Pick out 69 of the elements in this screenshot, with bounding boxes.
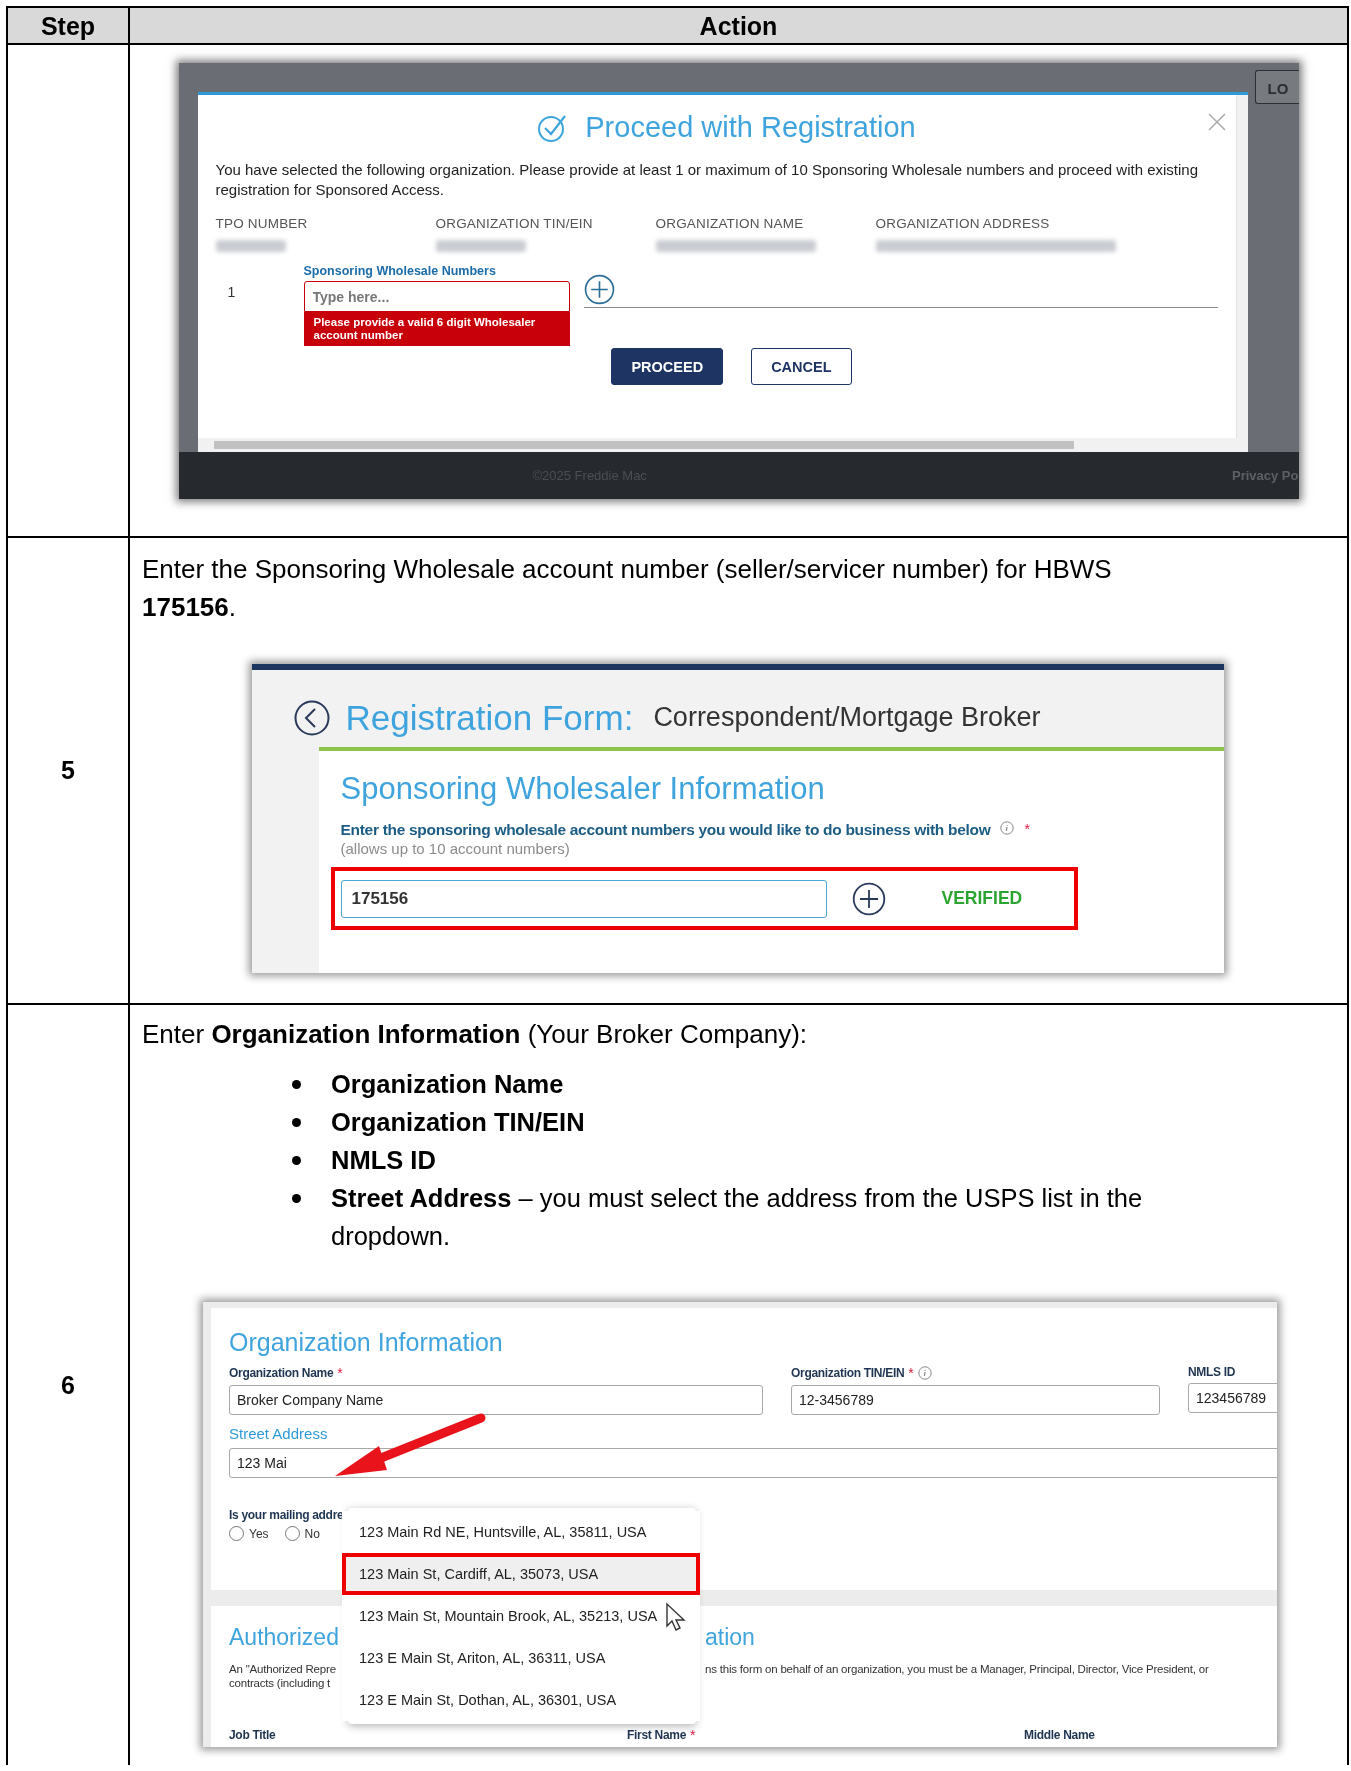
description-text: contracts (including t xyxy=(229,1677,331,1689)
column-header: Step xyxy=(8,8,130,45)
description-text: An "Authorized Repre xyxy=(229,1663,336,1675)
add-icon[interactable] xyxy=(851,881,886,916)
bullet-text: Street Address – you must select the address from the USPS list in the dropdown. xyxy=(331,1183,1144,1252)
account-number-field[interactable]: 175156 xyxy=(340,879,827,918)
cancel-button[interactable]: CANCEL xyxy=(751,348,852,385)
column-header: ORGANIZATION TIN/EIN xyxy=(435,216,593,231)
step-number: 5 xyxy=(61,756,75,785)
address-suggestion[interactable]: 123 Main St, Mountain Brook, AL, 35213, USA xyxy=(342,1595,700,1637)
field-prompt: Enter the sponsoring wholesale account numbers you would like to do business with below xyxy=(340,821,991,839)
field-label: Middle Name xyxy=(1024,1728,1095,1742)
required-mark: * xyxy=(690,1727,696,1743)
bullet-text: NMLS ID xyxy=(331,1145,436,1176)
section-title: Sponsoring Wholesaler Information xyxy=(340,771,826,807)
bullet-icon xyxy=(292,1156,301,1165)
dialog-title: Proceed with Registration xyxy=(585,111,916,144)
address-suggestion[interactable]: 123 Main St, Cardiff, AL, 35073, USA xyxy=(342,1553,700,1595)
bullet-icon xyxy=(292,1194,301,1203)
street-address-field[interactable]: 123 Mai xyxy=(229,1448,1277,1478)
field-hint: (allows up to 10 account numbers) xyxy=(340,840,571,857)
field-label: Sponsoring Wholesale Numbers xyxy=(303,264,497,278)
field-label: Street Address xyxy=(229,1425,329,1442)
wholesale-number-field[interactable]: Type here... xyxy=(303,281,570,312)
column-header: ORGANIZATION NAME xyxy=(655,216,804,231)
text-field[interactable]: Broker Company Name xyxy=(229,1385,763,1415)
radio-option[interactable]: No xyxy=(284,1526,320,1541)
section-title: ation xyxy=(705,1624,755,1651)
field-label: Organization TIN/EIN xyxy=(791,1366,905,1380)
section-title: Authorized xyxy=(229,1624,339,1651)
proceed-button[interactable]: PROCEED xyxy=(611,348,724,385)
text-field[interactable]: 123456789 xyxy=(1188,1383,1277,1413)
field-label: Job Title xyxy=(229,1728,276,1742)
vertical-scrollbar[interactable] xyxy=(1235,95,1248,438)
bullet-icon xyxy=(292,1080,301,1089)
dialog-message: You have selected the following organization. Please provide at least 1 or maximum of 10 Sponsoring Wholesale numbers and proceed with existing registration for Sponsored Access. xyxy=(215,160,1199,200)
required-mark: * xyxy=(337,1365,343,1381)
info-icon[interactable] xyxy=(917,1366,932,1380)
form-title: Registration Form: xyxy=(345,697,634,738)
field-label: First Name xyxy=(627,1728,687,1742)
column-header: ORGANIZATION ADDRESS xyxy=(875,216,1050,231)
error-message: Please provide a valid 6 digit Wholesaler account number xyxy=(303,312,570,346)
add-icon[interactable] xyxy=(583,274,615,305)
required-mark: * xyxy=(908,1365,914,1381)
text-field[interactable]: 12-3456789 xyxy=(791,1385,1160,1415)
question-label: Is your mailing addre xyxy=(229,1508,345,1522)
close-icon[interactable] xyxy=(1207,113,1226,131)
bullet-text: Organization Name xyxy=(331,1069,564,1100)
bullet-text: Organization TIN/EIN xyxy=(331,1107,585,1138)
required-mark: * xyxy=(1024,821,1030,837)
instruction-text: Enter Organization Information (Your Broker Company): xyxy=(142,1018,809,1051)
row-number: 1 xyxy=(226,283,237,302)
info-icon[interactable] xyxy=(1000,821,1015,835)
column-header: TPO NUMBER xyxy=(215,216,308,231)
verified-status: VERIFIED xyxy=(941,888,1023,909)
bullet-icon xyxy=(292,1118,301,1127)
back-icon[interactable] xyxy=(293,699,330,736)
radio-option[interactable]: Yes xyxy=(229,1526,269,1541)
section-title: Organization Information xyxy=(229,1328,504,1357)
field-label: Organization Name xyxy=(229,1366,334,1380)
description-text: ns this form on behalf of an organization, you must be a Manager, Principal, Director, Vice President, or xyxy=(705,1663,1209,1675)
redacted-text xyxy=(215,240,286,252)
column-header: Action xyxy=(130,8,1347,45)
horizontal-scrollbar[interactable] xyxy=(197,438,1248,452)
field-label: NMLS ID xyxy=(1188,1365,1236,1379)
form-subtitle: Correspondent/Mortgage Broker xyxy=(653,702,1041,733)
instruction-text: Enter the Sponsoring Wholesale account number (seller/servicer number) for HBWS 175156. xyxy=(142,553,1113,624)
mouse-cursor-icon xyxy=(665,1602,687,1632)
step-number: 6 xyxy=(61,1370,75,1400)
